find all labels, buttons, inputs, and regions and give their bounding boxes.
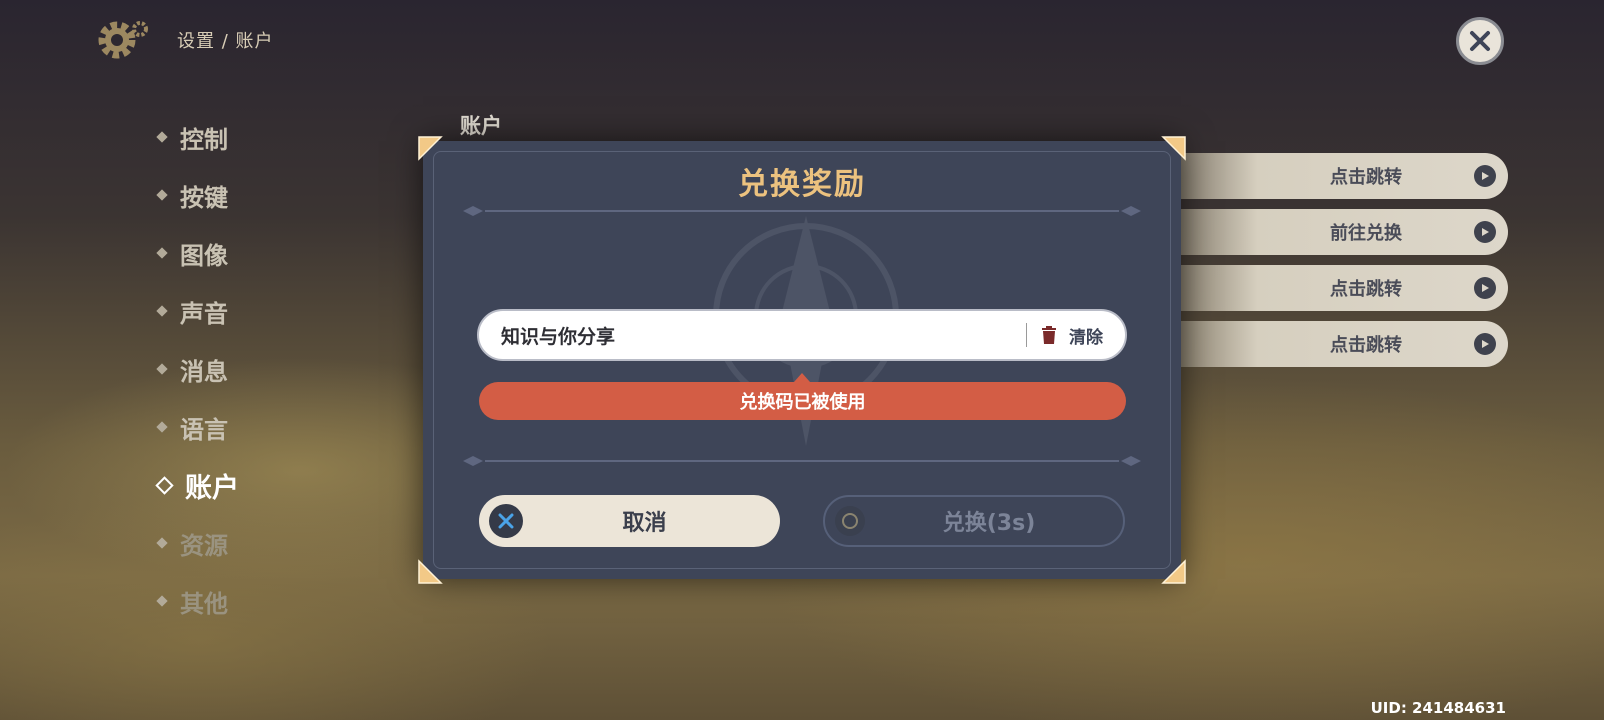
jump-button[interactable]: 点击跳转 — [1150, 321, 1508, 367]
diamond-icon — [156, 595, 168, 607]
divider — [463, 456, 1141, 466]
nav-item-label: 资源 — [180, 531, 228, 560]
breadcrumb: 设置 / 账户 — [177, 31, 274, 52]
button-label: 点击跳转 — [1330, 279, 1402, 300]
settings-nav: 控制 按键 图像 声音 消息 语言 账户 资源 其他 — [155, 108, 239, 630]
gear-icon — [98, 21, 148, 59]
section-title: 账户 — [460, 114, 502, 138]
corner-ornament-icon — [1161, 559, 1186, 584]
divider — [1026, 323, 1027, 347]
close-button[interactable] — [1456, 17, 1504, 65]
uid-label: UID: 241484631 — [1370, 699, 1506, 717]
clear-button[interactable]: 清除 — [1041, 323, 1103, 348]
nav-item-label: 图像 — [180, 241, 228, 270]
nav-item-label: 控制 — [180, 125, 228, 154]
jump-button[interactable]: 点击跳转 — [1150, 265, 1508, 311]
cancel-label: 取消 — [622, 511, 667, 536]
diamond-icon — [156, 247, 168, 259]
nav-item-messages[interactable]: 消息 — [156, 340, 239, 398]
redeem-label: 兑换(3s) — [942, 511, 1036, 536]
nav-item-audio[interactable]: 声音 — [156, 282, 239, 340]
nav-item-label: 语言 — [180, 415, 228, 444]
clear-label: 清除 — [1069, 327, 1103, 348]
redeem-code-input[interactable]: 知识与你分享 清除 — [477, 309, 1127, 361]
diamond-icon — [156, 305, 168, 317]
nav-item-label: 消息 — [180, 357, 228, 386]
nav-item-controls[interactable]: 控制 — [156, 108, 239, 166]
redeem-code-value[interactable]: 知识与你分享 — [501, 322, 1026, 349]
corner-ornament-icon — [418, 136, 443, 161]
diamond-icon — [156, 363, 168, 375]
diamond-icon — [156, 131, 168, 143]
top-bar: 设置 / 账户 — [95, 18, 274, 62]
play-arrow-icon — [1474, 333, 1496, 355]
redeem-button[interactable]: 兑换(3s) — [823, 495, 1125, 547]
redeem-dialog: 兑换奖励 知识与你分享 清除 兑换码已被使用 取消 兑换(3s) — [418, 136, 1186, 584]
nav-item-label: 账户 — [185, 472, 239, 504]
corner-ornament-icon — [418, 559, 443, 584]
jump-button[interactable]: 点击跳转 — [1150, 153, 1508, 199]
nav-item-label: 其他 — [180, 589, 228, 618]
error-pointer — [794, 373, 810, 382]
nav-item-label: 按键 — [180, 183, 228, 212]
nav-item-language[interactable]: 语言 — [156, 398, 239, 456]
trash-icon — [1042, 326, 1056, 344]
nav-item-graphics[interactable]: 图像 — [156, 224, 239, 282]
nav-item-label: 声音 — [180, 299, 228, 328]
dialog-title: 兑换奖励 — [738, 167, 866, 202]
corner-ornament-icon — [1161, 136, 1186, 161]
diamond-icon — [156, 537, 168, 549]
error-message: 兑换码已被使用 — [479, 382, 1126, 420]
nav-item-keys[interactable]: 按键 — [156, 166, 239, 224]
go-redeem-button[interactable]: 前往兑换 — [1150, 209, 1508, 255]
button-label: 点击跳转 — [1330, 167, 1402, 188]
cancel-button[interactable]: 取消 — [479, 495, 780, 547]
button-label: 点击跳转 — [1330, 335, 1402, 356]
nav-item-other[interactable]: 其他 — [156, 572, 239, 630]
button-label: 前往兑换 — [1330, 223, 1402, 244]
nav-item-resources[interactable]: 资源 — [156, 514, 239, 572]
play-arrow-icon — [1474, 221, 1496, 243]
play-arrow-icon — [1474, 165, 1496, 187]
play-arrow-icon — [1474, 277, 1496, 299]
diamond-icon — [156, 421, 168, 433]
nav-item-account[interactable]: 账户 — [155, 456, 239, 514]
diamond-icon — [155, 475, 174, 495]
diamond-icon — [156, 189, 168, 201]
close-icon — [1470, 31, 1490, 51]
